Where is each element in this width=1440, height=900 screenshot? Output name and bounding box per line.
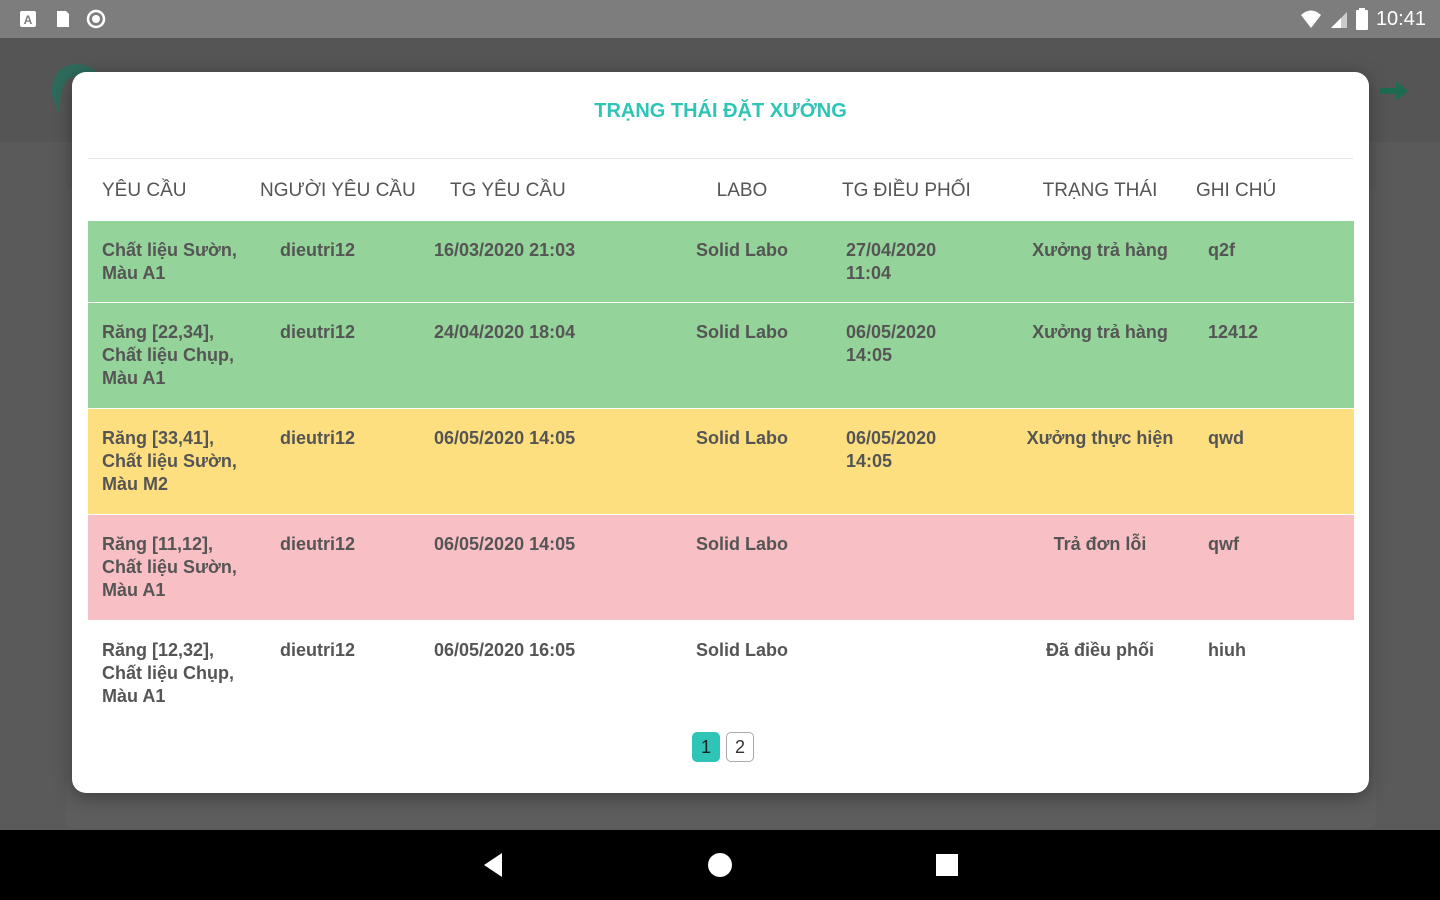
cell-labo: Solid Labo xyxy=(696,322,788,342)
cell-request: Răng [11,12], Chất liệu Sườn, Màu A1 xyxy=(88,533,248,602)
divider xyxy=(88,158,1353,159)
table-row[interactable]: Chất liệu Sườn, Màu A1 dieutri12 16/03/2… xyxy=(88,221,1354,303)
request-line: Chất liệu Sườn, xyxy=(102,557,237,577)
table-row[interactable]: Răng [33,41], Chất liệu Sườn, Màu M2 die… xyxy=(88,409,1354,515)
table-row[interactable]: Răng [12,32], Chất liệu Chụp, Màu A1 die… xyxy=(88,621,1354,727)
request-line: Màu A1 xyxy=(102,580,166,600)
request-line: Màu A1 xyxy=(102,368,166,388)
request-line: Màu M2 xyxy=(102,474,169,494)
cell-request-time: 24/04/2020 18:04 xyxy=(434,322,576,342)
navigation-bar xyxy=(0,830,1440,900)
svg-text:A: A xyxy=(24,13,33,27)
cell-requester: dieutri12 xyxy=(280,428,356,448)
col-dispatch-time: TG ĐIỀU PHỐI xyxy=(842,179,971,201)
cell-dispatch-time: 06/05/2020 14:05 xyxy=(832,321,1012,367)
cell-status: Xưởng trả hàng xyxy=(1032,322,1168,342)
dispatch-date: 27/04/2020 xyxy=(846,240,937,260)
request-line: Răng [12,32], xyxy=(102,640,215,660)
logout-icon[interactable] xyxy=(1376,76,1410,106)
table-row[interactable]: Răng [22,34], Chất liệu Chụp, Màu A1 die… xyxy=(88,303,1354,409)
cell-status: Đã điều phối xyxy=(1046,640,1154,660)
col-note: GHI CHÚ xyxy=(1196,179,1277,201)
cell-status: Xưởng trả hàng xyxy=(1032,240,1168,260)
status-left-icons: A xyxy=(18,9,106,29)
page-button-2[interactable]: 2 xyxy=(726,732,754,762)
request-line: Răng [11,12], xyxy=(102,534,214,554)
cell-labo: Solid Labo xyxy=(696,428,788,448)
cell-dispatch-time: 27/04/2020 11:04 xyxy=(832,239,1012,285)
col-request: YÊU CẦU xyxy=(102,179,187,201)
dispatch-date: 06/05/2020 xyxy=(846,428,937,448)
dispatch-hour: 11:04 xyxy=(846,263,892,283)
back-icon[interactable] xyxy=(480,851,506,879)
page-button-1[interactable]: 1 xyxy=(692,732,720,762)
status-right: 10:41 xyxy=(1300,8,1426,31)
signal-icon xyxy=(1330,12,1347,28)
cell-request-time: 06/05/2020 14:05 xyxy=(434,534,576,554)
cell-dispatch-time: 06/05/2020 14:05 xyxy=(832,427,1012,473)
modal-title: TRẠNG THÁI ĐẶT XƯỞNG xyxy=(594,100,847,122)
cell-labo: Solid Labo xyxy=(696,534,788,554)
cell-request-time: 16/03/2020 21:03 xyxy=(434,240,576,260)
battery-icon xyxy=(1355,8,1368,30)
cell-requester: dieutri12 xyxy=(280,322,356,342)
dispatch-hour: 14:05 xyxy=(846,451,893,471)
circle-icon xyxy=(86,9,106,29)
request-line: Chất liệu Sườn, xyxy=(102,240,237,260)
col-labo: LABO xyxy=(716,179,768,201)
cell-request: Chất liệu Sườn, Màu A1 xyxy=(88,239,248,285)
cell-note: q2f xyxy=(1208,240,1235,260)
table-row[interactable]: Răng [11,12], Chất liệu Sườn, Màu A1 die… xyxy=(88,515,1354,621)
cell-note: qwf xyxy=(1208,534,1239,554)
status-time: 10:41 xyxy=(1375,7,1426,30)
cell-requester: dieutri12 xyxy=(280,534,356,554)
cell-requester: dieutri12 xyxy=(280,240,356,260)
cell-request-time: 06/05/2020 14:05 xyxy=(434,428,576,448)
col-requester: NGƯỜI YÊU CẦU xyxy=(260,179,416,201)
status-table: YÊU CẦU NGƯỜI YÊU CẦU TG YÊU CẦU LABO TG… xyxy=(88,160,1354,727)
cell-request: Răng [33,41], Chất liệu Sườn, Màu M2 xyxy=(88,427,248,496)
dispatch-date: 06/05/2020 xyxy=(846,322,937,342)
pagination: 1 2 xyxy=(692,732,754,762)
cell-note: hiuh xyxy=(1208,640,1246,660)
cell-status: Xưởng thực hiện xyxy=(1026,428,1174,448)
request-line: Răng [22,34], xyxy=(102,322,215,342)
order-status-modal: TRẠNG THÁI ĐẶT XƯỞNG YÊU CẦU NGƯỜI YÊU C… xyxy=(72,72,1369,793)
a-icon: A xyxy=(20,11,36,27)
request-line: Màu A1 xyxy=(102,263,166,283)
cell-status: Trả đơn lỗi xyxy=(1053,534,1147,554)
home-icon[interactable] xyxy=(706,851,734,879)
cell-note: qwd xyxy=(1208,428,1244,448)
request-line: Màu A1 xyxy=(102,686,166,706)
cell-labo: Solid Labo xyxy=(696,640,788,660)
cell-note: 12412 xyxy=(1208,322,1259,342)
col-request-time: TG YÊU CẦU xyxy=(450,179,566,201)
request-line: Chất liệu Sườn, xyxy=(102,451,237,471)
cell-request: Răng [22,34], Chất liệu Chụp, Màu A1 xyxy=(88,321,248,390)
status-bar: A 10:41 xyxy=(0,0,1440,38)
cell-labo: Solid Labo xyxy=(696,240,788,260)
table-header: YÊU CẦU NGƯỜI YÊU CẦU TG YÊU CẦU LABO TG… xyxy=(88,160,1354,221)
col-status: TRẠNG THÁI xyxy=(1042,179,1158,201)
wifi-icon xyxy=(1300,10,1321,28)
request-line: Chất liệu Chụp, xyxy=(102,663,234,683)
recents-icon[interactable] xyxy=(934,852,960,878)
request-line: Răng [33,41], xyxy=(102,428,215,448)
cell-request: Răng [12,32], Chất liệu Chụp, Màu A1 xyxy=(88,639,248,708)
sd-card-icon xyxy=(57,11,69,27)
request-line: Chất liệu Chụp, xyxy=(102,345,234,365)
cell-request-time: 06/05/2020 16:05 xyxy=(434,640,576,660)
cell-requester: dieutri12 xyxy=(280,640,356,660)
dispatch-hour: 14:05 xyxy=(846,345,893,365)
